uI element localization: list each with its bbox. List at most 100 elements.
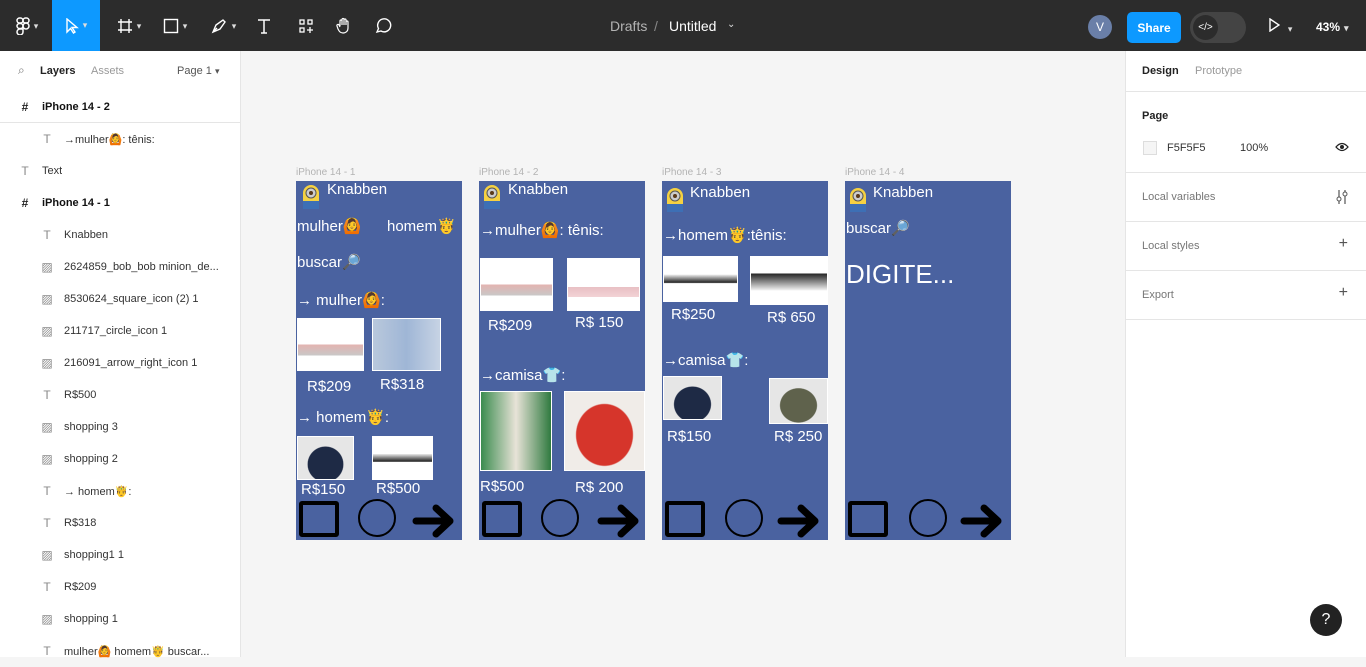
dev-mode-toggle[interactable]: </>	[1190, 12, 1246, 43]
frame-label[interactable]: iPhone 14 - 4	[845, 167, 905, 178]
nav-mulher[interactable]: mulher🙆	[297, 217, 362, 235]
page-color-swatch[interactable]	[1143, 141, 1157, 155]
section-title: → homem🤴:	[297, 409, 390, 426]
present-button[interactable]: ▾	[1268, 17, 1293, 35]
layer-row[interactable]: ▨ 211717_circle_icon 1	[0, 315, 240, 347]
arrow-right-icon[interactable]	[777, 503, 823, 539]
page-section-title: Page	[1142, 110, 1169, 122]
local-styles-label: Local styles	[1142, 240, 1200, 252]
comment-tool-button[interactable]	[371, 6, 395, 46]
layer-row[interactable]: Tmulher🙆 homem🤴 buscar...	[0, 635, 240, 667]
product-image[interactable]	[769, 378, 828, 424]
square-icon[interactable]	[665, 501, 705, 537]
page-color-value[interactable]: F5F5F5	[1167, 142, 1206, 154]
layer-row[interactable]: ▨ 216091_arrow_right_icon 1	[0, 347, 240, 379]
resources-button[interactable]	[294, 6, 318, 46]
share-button[interactable]: Share	[1127, 12, 1181, 43]
canvas[interactable]: iPhone 14 - 1 Knabben mulher🙆 homem🤴 bus…	[241, 51, 1125, 657]
layer-label: Text	[42, 165, 63, 177]
eye-icon[interactable]	[1335, 142, 1349, 152]
layer-row[interactable]: T R$500	[0, 379, 240, 411]
iphone-frame-4[interactable]: Knabben buscar🔎 DIGITE...	[845, 181, 1011, 540]
circle-icon[interactable]	[541, 499, 579, 537]
chevron-down-icon: ▾	[1287, 24, 1293, 34]
shape-tool-button[interactable]: ▾	[158, 6, 192, 46]
product-image[interactable]	[564, 391, 645, 471]
tab-prototype[interactable]: Prototype	[1195, 65, 1242, 77]
nav-homem[interactable]: homem🤴	[387, 217, 456, 235]
add-export-icon[interactable]: +	[1339, 284, 1348, 302]
product-image[interactable]	[663, 376, 722, 420]
tab-assets[interactable]: Assets	[91, 65, 124, 77]
square-icon[interactable]	[299, 501, 339, 537]
layer-row[interactable]: ▨ shopping 3	[0, 411, 240, 443]
product-image[interactable]	[480, 391, 552, 471]
layer-row[interactable]: ▨ 2624859_bob_bob minion_de...	[0, 251, 240, 283]
image-icon: ▨	[41, 356, 53, 370]
search-icon[interactable]: ⌕	[18, 63, 25, 78]
product-image[interactable]	[297, 436, 354, 480]
hand-tool-button[interactable]	[332, 6, 356, 46]
product-image[interactable]	[480, 258, 553, 311]
frame-label[interactable]: iPhone 14 - 3	[662, 167, 722, 178]
frame-label[interactable]: iPhone 14 - 1	[296, 167, 356, 178]
arrow-right-icon[interactable]	[597, 503, 643, 539]
layer-row[interactable]: T →mulher🙆: tênis:	[0, 123, 240, 155]
frame-tool-button[interactable]: ▾	[112, 6, 146, 46]
zoom-level[interactable]: 43% ▾	[1316, 20, 1349, 34]
layer-row[interactable]: ▨ 8530624_square_icon (2) 1	[0, 283, 240, 315]
nav-buscar[interactable]: buscar🔎	[846, 219, 910, 237]
text-tool-button[interactable]	[252, 6, 276, 46]
circle-icon[interactable]	[725, 499, 763, 537]
page-opacity-value[interactable]: 100%	[1240, 142, 1268, 154]
layer-row[interactable]: ▨ shopping 2	[0, 443, 240, 475]
square-icon[interactable]	[482, 501, 522, 537]
product-image[interactable]	[297, 318, 364, 371]
product-image[interactable]	[567, 258, 640, 311]
layer-row[interactable]: ▨ shopping 1	[0, 603, 240, 635]
pen-tool-button[interactable]: ▾	[205, 6, 241, 46]
layer-frame-row[interactable]: # iPhone 14 - 2	[0, 91, 240, 123]
nav-buscar[interactable]: buscar🔎	[297, 253, 361, 271]
text-icon: T	[43, 516, 51, 530]
frame-label[interactable]: iPhone 14 - 2	[479, 167, 539, 178]
local-styles-section[interactable]: Local styles +	[1126, 222, 1366, 271]
move-tool-button[interactable]: ▾	[52, 0, 100, 51]
layer-row[interactable]: T Text	[0, 155, 240, 187]
price-label: R$250	[671, 306, 716, 323]
main-menu-button[interactable]: ▾	[10, 6, 44, 46]
local-variables-section[interactable]: Local variables	[1126, 173, 1366, 222]
circle-icon[interactable]	[358, 499, 396, 537]
product-image[interactable]	[372, 436, 433, 480]
play-icon	[1269, 17, 1281, 33]
rectangle-icon	[163, 18, 178, 34]
help-button[interactable]: ?	[1310, 604, 1342, 636]
arrow-right-icon[interactable]	[412, 503, 458, 539]
tab-design[interactable]: Design	[1142, 65, 1179, 77]
product-image[interactable]	[372, 318, 441, 371]
search-field[interactable]: DIGITE...	[846, 259, 954, 290]
layer-row[interactable]: T R$209	[0, 571, 240, 603]
iphone-frame-1[interactable]: Knabben mulher🙆 homem🤴 buscar🔎 → mulher🙆…	[296, 181, 462, 540]
layer-row[interactable]: T → homem🤴:	[0, 475, 240, 507]
layer-row[interactable]: ▨ shopping1 1	[0, 539, 240, 571]
layer-row[interactable]: T Knabben	[0, 219, 240, 251]
page-selector[interactable]: Page 1 ▾	[177, 65, 219, 77]
file-name[interactable]: Untitled	[669, 18, 716, 34]
add-style-icon[interactable]: +	[1339, 235, 1348, 253]
avatar[interactable]: V	[1088, 15, 1112, 39]
iphone-frame-2[interactable]: Knabben →mulher🙆: tênis: R$209 R$ 150 →c…	[479, 181, 645, 540]
product-image[interactable]	[663, 256, 738, 302]
product-image[interactable]	[750, 256, 828, 305]
variables-icon[interactable]	[1335, 189, 1349, 205]
breadcrumb-drafts[interactable]: Drafts	[610, 18, 647, 34]
iphone-frame-3[interactable]: Knabben →homem🤴:tênis: R$250 R$ 650 →cam…	[662, 181, 828, 540]
square-icon[interactable]	[848, 501, 888, 537]
circle-icon[interactable]	[909, 499, 947, 537]
export-section[interactable]: Export +	[1126, 271, 1366, 320]
layer-frame-row[interactable]: # iPhone 14 - 1	[0, 187, 240, 219]
tab-layers[interactable]: Layers	[40, 65, 75, 77]
chevron-down-icon[interactable]: ⌄	[727, 19, 735, 30]
layer-row[interactable]: T R$318	[0, 507, 240, 539]
arrow-right-icon[interactable]	[960, 503, 1006, 539]
